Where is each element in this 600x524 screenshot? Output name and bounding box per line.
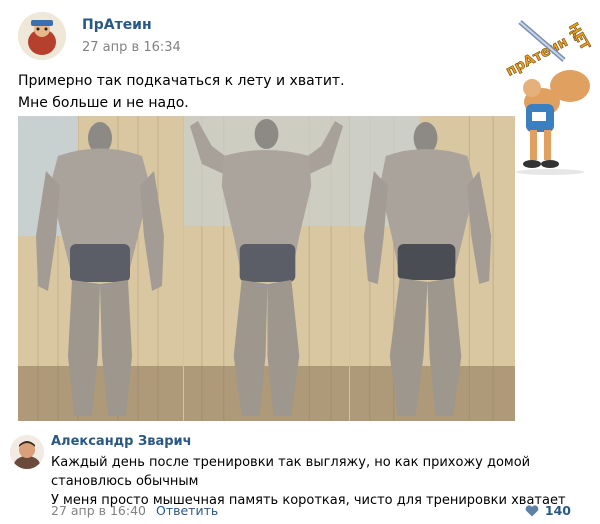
like-count: 140	[544, 503, 571, 518]
post-text-line: Примерно так подкачаться к лету и хватит…	[18, 73, 345, 89]
comment-footer: 27 апр в 16:40 Ответить 140	[51, 503, 571, 518]
photo-panel-double-biceps	[184, 116, 350, 421]
photo-panel-front	[18, 116, 184, 421]
post-photo[interactable]	[18, 116, 515, 421]
comment-author-name[interactable]: Александр Зварич	[51, 433, 571, 451]
commenter-avatar[interactable]	[10, 435, 44, 469]
post-text: Примерно так подкачаться к лету и хватит…	[18, 70, 345, 114]
comment-text-line: становлюсь обычным	[51, 474, 199, 489]
like-button[interactable]: 140	[525, 503, 571, 518]
author-avatar[interactable]	[18, 12, 66, 60]
post-author-name[interactable]: ПрАтеин	[82, 16, 181, 34]
heart-icon	[525, 504, 539, 516]
post-timestamp[interactable]: 27 апр в 16:34	[82, 39, 181, 57]
photo-panel-side	[350, 116, 515, 421]
post-text-line: Мне больше и не надо.	[18, 95, 189, 111]
post-header: ПрАтеин 27 апр в 16:34	[18, 12, 181, 60]
comment-text: Каждый день после тренировки так выгляжу…	[51, 453, 571, 510]
comment-text-line: Каждый день после тренировки так выгляжу…	[51, 455, 531, 470]
comment-timestamp[interactable]: 27 апр в 16:40	[51, 503, 146, 518]
reply-button[interactable]: Ответить	[156, 503, 218, 518]
